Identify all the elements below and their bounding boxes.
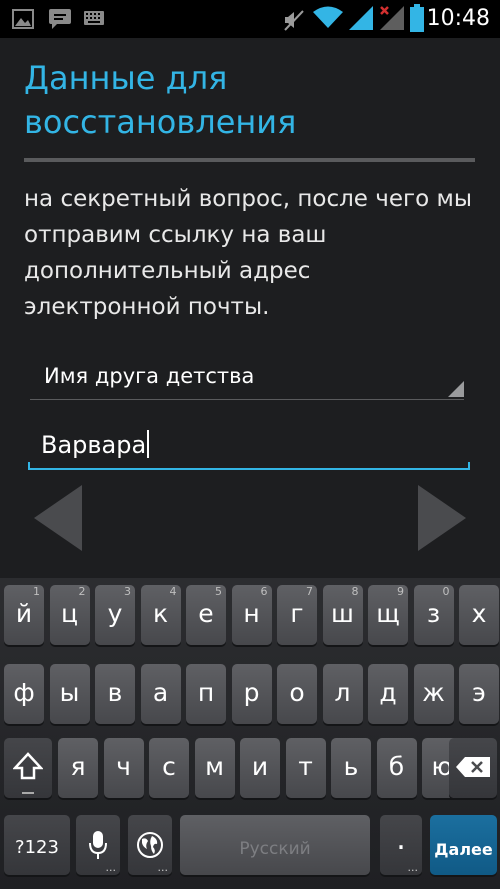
symbols-key[interactable]: ?123 — [4, 815, 70, 875]
key-з[interactable]: з0 — [413, 585, 454, 645]
text-cursor — [147, 430, 150, 458]
status-bar: 10:48 — [0, 0, 500, 38]
mute-icon — [284, 10, 304, 31]
shift-arrow-icon — [13, 752, 43, 780]
security-answer-field[interactable]: Варвара — [28, 420, 470, 470]
microphone-icon — [89, 831, 107, 859]
no-data-signal-icon — [380, 6, 404, 30]
back-arrow-button[interactable] — [32, 483, 84, 553]
keyboard-icon — [84, 11, 104, 25]
key-й[interactable]: й1 — [4, 585, 44, 645]
key-ж[interactable]: ж — [413, 664, 454, 724]
key-п[interactable]: п — [186, 664, 226, 724]
key-х[interactable]: х — [459, 585, 499, 645]
backspace-icon — [456, 757, 490, 777]
shift-key[interactable] — [4, 738, 52, 798]
key-т[interactable]: т — [285, 738, 326, 798]
key-ь[interactable]: ь — [331, 738, 371, 798]
space-key[interactable]: Русский — [180, 815, 370, 875]
period-key[interactable]: . ... — [380, 815, 422, 875]
key-ф[interactable]: ф — [4, 664, 44, 724]
signal-icon — [349, 6, 373, 30]
instruction-text: на секретный вопрос, после чего мы отпра… — [24, 186, 472, 320]
page-title: Данные для восстановления — [24, 59, 297, 141]
key-р[interactable]: р — [231, 664, 272, 724]
dropdown-arrow-icon — [448, 381, 464, 397]
soft-keyboard: й1ц2у3к4е5н6г7ш8щ9з0х фывапролджэ ячсмит… — [0, 578, 500, 889]
picture-icon — [12, 9, 34, 29]
language-key[interactable]: ... — [128, 815, 172, 875]
key-д[interactable]: д — [368, 664, 408, 724]
security-question-dropdown[interactable]: Имя друга детства — [30, 355, 464, 400]
key-в[interactable]: в — [95, 664, 135, 724]
key-с[interactable]: с — [149, 738, 189, 798]
key-ш[interactable]: ш8 — [322, 585, 363, 645]
key-я[interactable]: я — [58, 738, 98, 798]
key-щ[interactable]: щ9 — [368, 585, 408, 645]
key-ч[interactable]: ч — [103, 738, 144, 798]
chat-icon — [49, 9, 71, 29]
key-л[interactable]: л — [322, 664, 363, 724]
key-у[interactable]: у3 — [95, 585, 135, 645]
clock: 10:48 — [426, 6, 490, 31]
key-ц[interactable]: ц2 — [49, 585, 90, 645]
battery-icon — [410, 4, 424, 32]
key-э[interactable]: э — [459, 664, 499, 724]
security-answer-value: Варвара — [41, 431, 147, 459]
next-enter-key[interactable]: Далее — [430, 815, 497, 875]
wifi-icon — [313, 6, 343, 28]
key-а[interactable]: а — [140, 664, 181, 724]
backspace-key[interactable] — [449, 738, 497, 798]
key-н[interactable]: н6 — [231, 585, 272, 645]
key-к[interactable]: к4 — [140, 585, 181, 645]
voice-input-key[interactable]: ... — [76, 815, 120, 875]
key-и[interactable]: и — [240, 738, 280, 798]
globe-icon — [137, 832, 163, 858]
key-е[interactable]: е5 — [186, 585, 226, 645]
key-ы[interactable]: ы — [49, 664, 90, 724]
key-о[interactable]: о — [277, 664, 317, 724]
security-question-value: Имя друга детства — [44, 364, 255, 388]
next-arrow-button[interactable] — [416, 483, 468, 553]
title-divider — [24, 158, 475, 162]
key-б[interactable]: б — [376, 738, 417, 798]
key-г[interactable]: г7 — [277, 585, 317, 645]
key-м[interactable]: м — [194, 738, 235, 798]
